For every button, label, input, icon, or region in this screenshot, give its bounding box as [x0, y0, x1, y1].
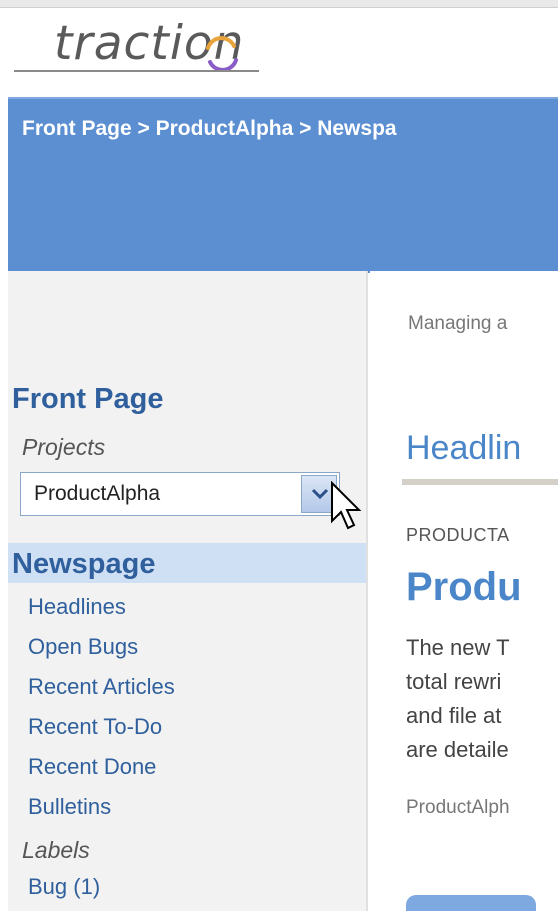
- label-item-bug[interactable]: Bug (1): [28, 874, 100, 900]
- section-divider: [402, 479, 558, 485]
- sidebar-nav-list: Headlines Open Bugs Recent Articles Rece…: [28, 591, 175, 831]
- section-title: Headlin: [406, 429, 522, 467]
- article-body-line: The new T: [406, 635, 510, 660]
- chevron-down-icon: [311, 488, 329, 500]
- sidebar-item-open-bugs[interactable]: Open Bugs: [28, 631, 175, 671]
- managing-text: Managing a: [408, 313, 508, 334]
- sidebar-item-recent-articles[interactable]: Recent Articles: [28, 671, 175, 711]
- sidebar-item-recent-done[interactable]: Recent Done: [28, 751, 175, 791]
- newspage-title: Newspage: [12, 548, 156, 580]
- next-article-heading-fragment: [406, 895, 536, 911]
- header-band: Front Page > ProductAlpha > Newspa: [8, 97, 558, 273]
- article-body: The new T total rewri and file at are de…: [406, 631, 510, 767]
- article-byline[interactable]: ProductAlph: [406, 797, 510, 819]
- project-select-value: ProductAlpha: [34, 482, 161, 505]
- article-body-line: and file at: [406, 703, 502, 728]
- traction-logo[interactable]: traction: [14, 12, 264, 80]
- sidebar-item-headlines[interactable]: Headlines: [28, 591, 175, 631]
- sidebar-item-recent-todo[interactable]: Recent To-Do: [28, 711, 175, 751]
- swoosh-icon: [206, 36, 238, 72]
- mouse-pointer-icon: [331, 481, 362, 530]
- article-title[interactable]: Produ: [406, 565, 522, 610]
- labels-label: Labels: [22, 837, 90, 863]
- breadcrumb[interactable]: Front Page > ProductAlpha > Newspa: [22, 117, 397, 141]
- logo-underline: [14, 70, 259, 72]
- article-body-line: are detaile: [406, 737, 509, 762]
- sidebar-front-page-link[interactable]: Front Page: [12, 383, 163, 416]
- article-body-line: total rewri: [406, 669, 502, 694]
- window-top-edge: [0, 0, 558, 8]
- sidebar: Front Page Projects ProductAlpha Newspag…: [8, 271, 368, 911]
- article-category[interactable]: PRODUCTA: [406, 525, 510, 546]
- sidebar-newspage-header[interactable]: Newspage: [8, 543, 366, 583]
- projects-label: Projects: [22, 434, 106, 460]
- sidebar-item-bulletins[interactable]: Bulletins: [28, 791, 175, 831]
- project-select[interactable]: ProductAlpha: [20, 472, 340, 516]
- main-content: Managing a Headlin PRODUCTA Produ The ne…: [370, 271, 558, 911]
